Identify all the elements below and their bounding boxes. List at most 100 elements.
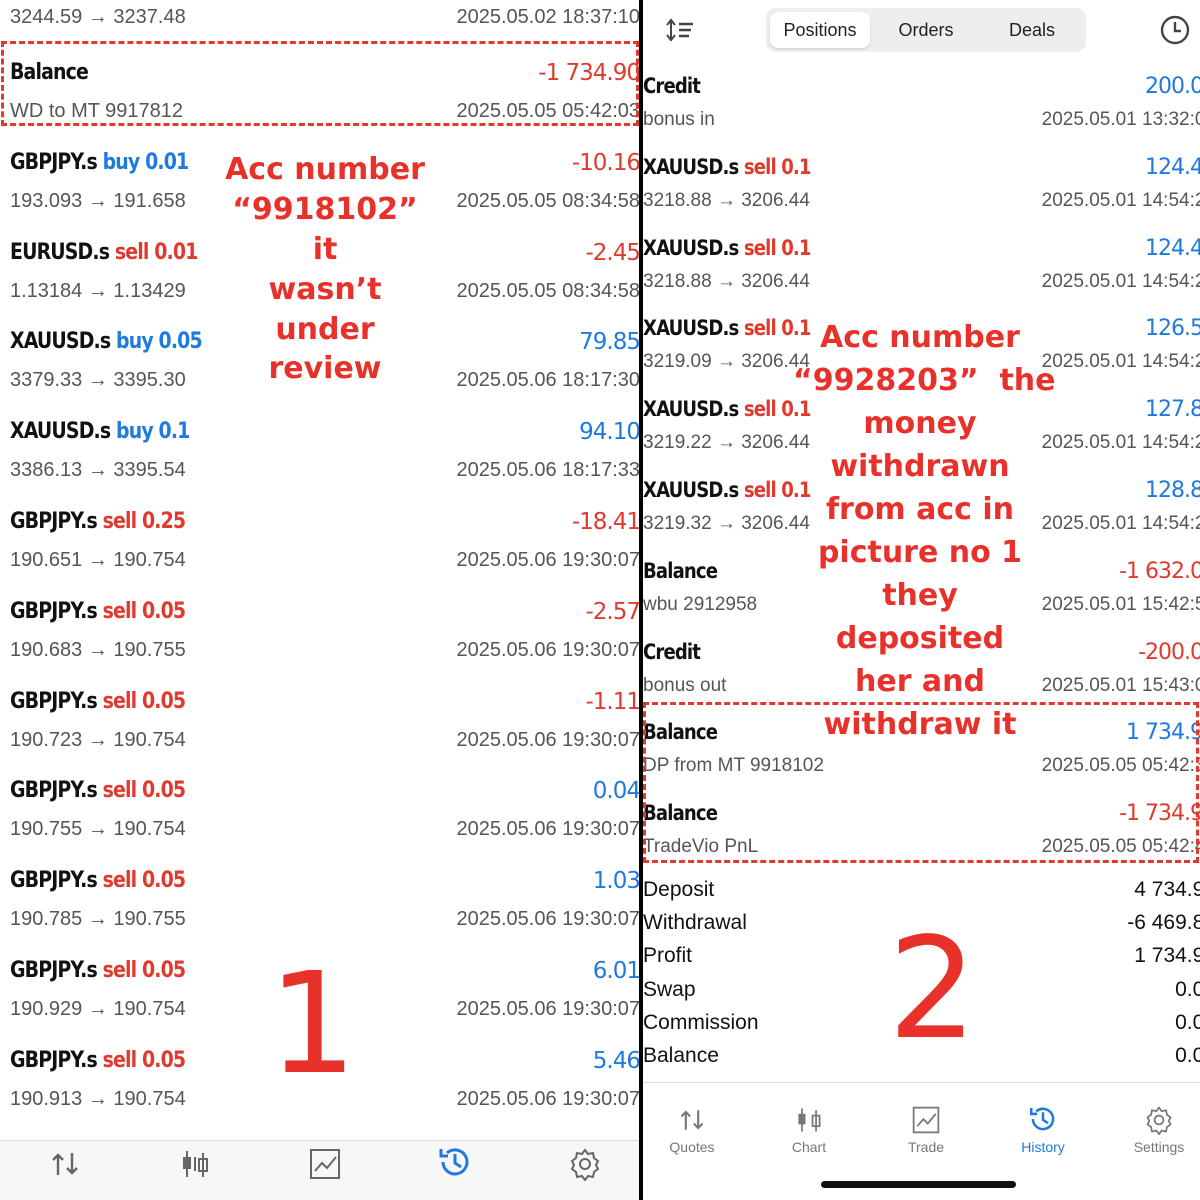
tab-history[interactable] bbox=[400, 1141, 510, 1181]
tab-history[interactable]: History bbox=[988, 1095, 1098, 1155]
deal-date: 2025.05.01 14:54:23 bbox=[1041, 351, 1200, 373]
trade-action: sell 0.05 bbox=[102, 598, 186, 624]
deal-date: 2025.05.06 18:17:33 bbox=[456, 459, 640, 482]
profit-amount: 5.46 bbox=[592, 1047, 640, 1074]
trade-action: sell 0.05 bbox=[102, 1047, 186, 1073]
tab-label: Quotes bbox=[669, 1139, 715, 1155]
annotation-line: Acc number bbox=[820, 320, 1020, 355]
history-icon bbox=[988, 1095, 1098, 1135]
summary-value: -6 469.80 bbox=[1127, 911, 1200, 935]
deal-detail: 3386.13 → 3395.54 bbox=[10, 459, 186, 482]
deal-detail: 3219.09 → 3206.44 bbox=[643, 351, 810, 373]
deal-title: EURUSD.s sell 0.01 bbox=[10, 240, 198, 265]
deal-date: 2025.05.06 19:30:07 bbox=[456, 818, 640, 841]
profit-amount: 0.04 bbox=[592, 778, 640, 805]
history-row[interactable]: XAUUSD.s sell 0.1 124.40 3218.88 → 3206.44… bbox=[643, 145, 1200, 226]
deal-title: XAUUSD.s sell 0.1 bbox=[643, 236, 811, 260]
profit-amount: -2.45 bbox=[585, 239, 640, 266]
screenshot-label-2: 2 bbox=[888, 908, 978, 1071]
deal-title: GBPJPY.s sell 0.25 bbox=[10, 509, 186, 534]
annotation-line: review bbox=[268, 351, 382, 387]
annotation-line: money bbox=[863, 406, 977, 441]
deal-date: 2025.05.06 19:30:07 bbox=[456, 549, 640, 571]
tab-chart[interactable]: Chart bbox=[754, 1095, 864, 1155]
deal-date: 2025.05.01 14:54:23 bbox=[1041, 513, 1200, 534]
deal-title: XAUUSD.s sell 0.1 bbox=[643, 316, 811, 340]
summary-label: Withdrawal bbox=[643, 911, 747, 935]
profit-amount: 79.85 bbox=[579, 329, 640, 356]
annotation-line: withdrawn bbox=[830, 449, 1010, 484]
history-screenshot-1: 3244.59 → 3237.48 2025.05.02 18:37:10 Ba… bbox=[0, 0, 640, 1200]
history-row[interactable]: GBPJPY.s sell 0.05 -2.57 190.683 → 190.755… bbox=[0, 587, 640, 677]
deal-detail: wbu 2912958 bbox=[643, 593, 758, 615]
chart-icon bbox=[140, 1141, 250, 1181]
deal-detail: bonus out bbox=[643, 674, 727, 696]
trade-icon bbox=[270, 1141, 380, 1181]
deal-detail: 3219.32 → 3206.44 bbox=[643, 513, 810, 534]
summary-label: Deposit bbox=[643, 878, 715, 901]
trade-action: sell 0.1 bbox=[743, 154, 812, 179]
history-row[interactable]: XAUUSD.s buy 0.1 94.10 3386.13 → 3395.54 20… bbox=[0, 407, 640, 497]
tab-quotes[interactable] bbox=[10, 1141, 120, 1181]
tab-quotes[interactable]: Quotes bbox=[643, 1095, 747, 1155]
history-row[interactable]: GBPJPY.s sell 0.05 0.04 190.755 → 190.754 2… bbox=[0, 766, 640, 856]
tab-settings[interactable] bbox=[530, 1141, 640, 1181]
tab-trade[interactable]: Trade bbox=[871, 1095, 981, 1155]
tab-settings[interactable]: Settings bbox=[1104, 1095, 1200, 1155]
annotation-line: from acc in bbox=[825, 492, 1015, 527]
deal-date: 2025.05.01 14:54:23 bbox=[1041, 432, 1200, 454]
quotes-icon bbox=[10, 1141, 120, 1181]
deal-date: 2025.05.05 08:34:58 bbox=[456, 279, 640, 302]
profit-amount: 124.40 bbox=[1145, 154, 1200, 180]
deal-date: 2025.05.02 18:37:10 bbox=[456, 6, 640, 28]
symbol: XAUUSD.s bbox=[643, 397, 739, 422]
chart-icon bbox=[754, 1095, 864, 1135]
deal-title: XAUUSD.s buy 0.1 bbox=[10, 419, 190, 444]
deal-title: XAUUSD.s buy 0.05 bbox=[10, 329, 203, 355]
symbol: XAUUSD.s bbox=[10, 329, 111, 355]
summary-label: Commission bbox=[643, 1010, 759, 1034]
quotes-icon bbox=[643, 1095, 747, 1135]
trade-action: sell 0.05 bbox=[102, 688, 186, 714]
segmented-control: Positions Orders Deals bbox=[766, 8, 1086, 52]
highlight-box-withdrawal bbox=[1, 41, 639, 126]
sort-icon[interactable] bbox=[665, 16, 695, 49]
profit-amount: -18.41 bbox=[571, 509, 640, 535]
history-screenshot-2: Positions Orders Deals Credit 200.00 bonu… bbox=[643, 0, 1200, 1200]
annotation-acc-9918102: Acc number “9918102” it wasn’t under rev… bbox=[218, 150, 432, 389]
price-change: 3244.59 → 3237.48 bbox=[10, 6, 186, 28]
segment-deals[interactable]: Deals bbox=[982, 12, 1082, 48]
history-row[interactable]: GBPJPY.s sell 0.05 -1.11 190.723 → 190.754… bbox=[0, 677, 640, 767]
deal-date: 2025.05.01 15:43:05 bbox=[1041, 674, 1200, 696]
annotation-line: “9928203” the bbox=[793, 363, 1056, 398]
symbol: XAUUSD.s bbox=[643, 478, 739, 502]
symbol: XAUUSD.s bbox=[643, 154, 739, 179]
clock-icon[interactable] bbox=[1159, 14, 1191, 51]
segment-positions[interactable]: Positions bbox=[770, 12, 870, 48]
annotation-line: Acc number bbox=[225, 152, 425, 187]
history-row[interactable]: GBPJPY.s sell 0.05 1.03 190.785 → 190.755 2… bbox=[0, 856, 640, 946]
tab-label: Settings bbox=[1133, 1139, 1185, 1155]
summary-value: 4 734.90 bbox=[1134, 878, 1200, 901]
summary-value: 0.00 bbox=[1175, 1044, 1200, 1067]
symbol: Balance bbox=[643, 558, 718, 583]
deal-date: 2025.05.06 19:30:07 bbox=[456, 638, 640, 661]
history-row[interactable]: GBPJPY.s sell 0.25 -18.41 190.651 → 190.75… bbox=[0, 497, 640, 587]
symbol: XAUUSD.s bbox=[643, 235, 739, 260]
history-row[interactable]: Credit 200.00 bonus in 2025.05.01 13:32:05 bbox=[643, 64, 1200, 145]
deal-title: GBPJPY.s sell 0.05 bbox=[10, 958, 186, 983]
profit-amount: -1.11 bbox=[585, 688, 640, 715]
trade-action: sell 0.05 bbox=[102, 868, 186, 894]
trade-action: sell 0.25 bbox=[102, 509, 186, 534]
history-row[interactable]: XAUUSD.s sell 0.1 124.40 3218.88 → 3206.44… bbox=[643, 226, 1200, 307]
symbol: GBPJPY.s bbox=[10, 688, 98, 714]
deal-title: Credit bbox=[643, 640, 701, 664]
tab-trade[interactable] bbox=[270, 1141, 380, 1181]
segment-orders[interactable]: Orders bbox=[876, 12, 976, 48]
deal-detail: 193.093 → 191.658 bbox=[10, 189, 186, 212]
settings-icon bbox=[530, 1141, 640, 1181]
deal-detail: 190.785 → 190.755 bbox=[10, 908, 186, 931]
tab-chart[interactable] bbox=[140, 1141, 250, 1181]
screenshot-label-1: 1 bbox=[268, 943, 358, 1106]
trade-action: buy 0.01 bbox=[102, 149, 190, 175]
